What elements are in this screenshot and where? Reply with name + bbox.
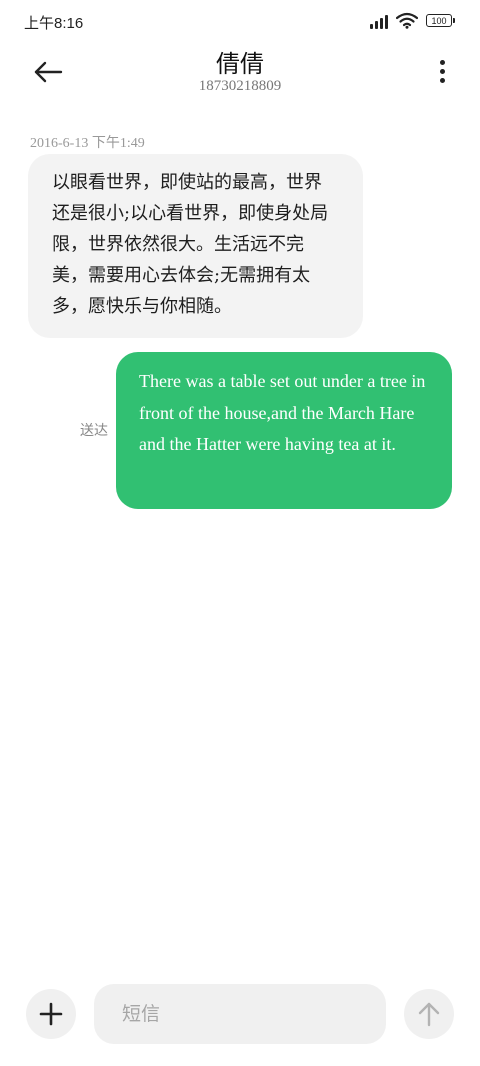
arrow-up-icon xyxy=(418,1002,440,1027)
contact-name: 倩倩 xyxy=(216,50,264,78)
more-vertical-icon-dot xyxy=(439,59,445,65)
message-timestamp: 2016-6-13 下午1:49 xyxy=(30,136,145,151)
wifi-icon xyxy=(396,12,418,29)
battery-level: 100 xyxy=(431,15,447,26)
more-vertical-icon-dot xyxy=(439,77,445,83)
outgoing-message-bubble[interactable]: There was a table set out under a tree i… xyxy=(116,352,452,509)
send-button[interactable] xyxy=(404,989,454,1039)
more-options-button[interactable] xyxy=(430,56,454,86)
signal-icon xyxy=(370,13,388,29)
message-input[interactable] xyxy=(94,984,386,1044)
status-icons: 100 xyxy=(370,12,455,29)
add-attachment-button[interactable] xyxy=(26,989,76,1039)
contact-number: 18730218809 xyxy=(198,78,282,94)
plus-icon xyxy=(39,1002,63,1026)
delivered-status: 送达 xyxy=(80,423,108,439)
status-bar: 上午8:16 100 xyxy=(0,0,480,44)
incoming-message-bubble[interactable]: 以眼看世界，即使站的最高，世界还是很小;以心看世界，即使身处局限，世界依然很大。… xyxy=(28,154,363,338)
conversation-header: 倩倩 18730218809 xyxy=(0,44,480,100)
battery-icon: 100 xyxy=(426,14,455,27)
status-time: 上午8:16 xyxy=(24,15,84,32)
more-vertical-icon-dot xyxy=(439,68,445,74)
